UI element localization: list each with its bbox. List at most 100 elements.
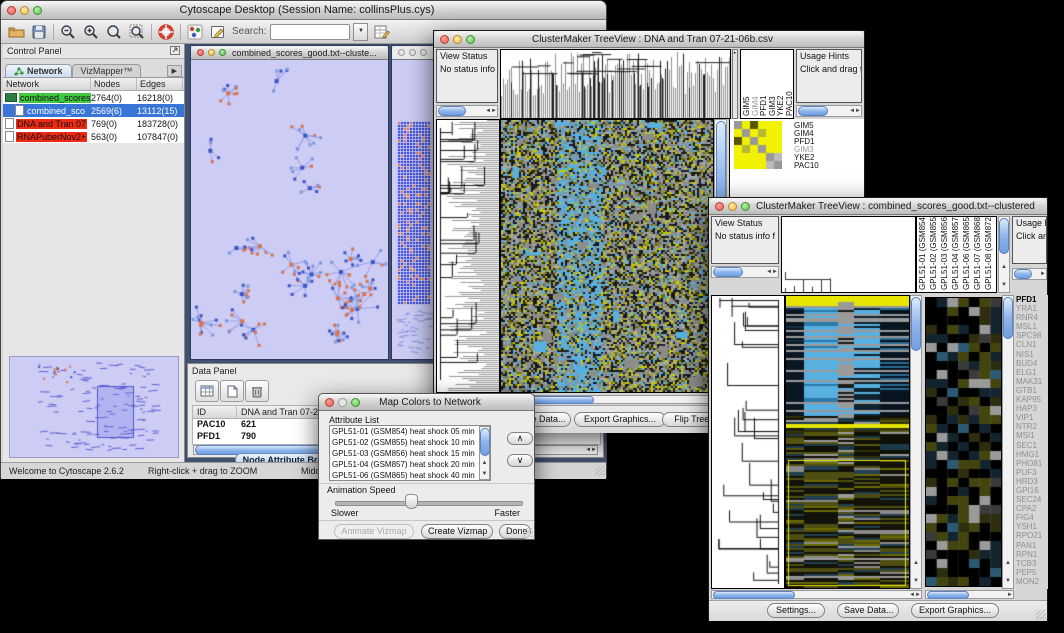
zoom-window-icon[interactable] <box>33 6 42 15</box>
usage-hints-hscrollbar[interactable]: ◄► <box>796 105 862 117</box>
animate-vizmap-button[interactable]: Animate Vizmap <box>334 524 414 539</box>
open-file-icon[interactable] <box>7 23 25 40</box>
minimize-icon[interactable] <box>20 6 29 15</box>
gene-label: CLN1 <box>1016 340 1048 349</box>
attribute-list-item[interactable]: GPL51-01 (GSM854) heat shock 05 min <box>330 426 490 437</box>
zoom-fit-icon[interactable] <box>128 23 146 40</box>
save-session-icon[interactable] <box>30 23 48 40</box>
zoom-window-icon[interactable] <box>741 202 750 211</box>
treeview2-titlebar[interactable]: ClusterMaker TreeView : combined_scores_… <box>709 198 1047 215</box>
file-icon <box>15 105 24 116</box>
new-attribute-icon[interactable] <box>220 380 244 402</box>
export-graphics-button[interactable]: Export Graphics... <box>574 412 666 427</box>
splitter-arrows[interactable]: ▸ <box>732 49 738 119</box>
network-overview[interactable] <box>9 356 179 458</box>
zoom-selected-icon[interactable] <box>105 23 123 40</box>
attribute-list-item[interactable]: GPL51-04 (GSM857) heat shock 20 min <box>330 459 490 470</box>
column-label: GPL51-03 (GSM856) <box>940 217 949 290</box>
attribute-list-vscrollbar[interactable]: ▲▼ <box>479 426 490 480</box>
zoom-window-icon[interactable] <box>420 49 427 56</box>
zoom-window-icon[interactable] <box>466 35 475 44</box>
minimize-icon[interactable] <box>409 49 416 56</box>
toolbar-separator <box>180 24 181 40</box>
network-tab-icon <box>14 67 24 76</box>
column-dendrogram[interactable] <box>781 216 916 293</box>
attribute-list-item[interactable]: GPL51-03 (GSM856) heat shock 15 min <box>330 448 490 459</box>
close-icon[interactable] <box>440 35 449 44</box>
close-icon[interactable] <box>7 6 16 15</box>
tab-vizmapper[interactable]: VizMapper™ <box>72 64 142 77</box>
attribute-list[interactable]: GPL51-01 (GSM854) heat shock 05 minGPL51… <box>329 425 491 481</box>
usage-hints-hscrollbar[interactable]: ► <box>1012 268 1047 280</box>
save-data-button[interactable]: Save Data... <box>837 603 899 618</box>
column-label-vscrollbar[interactable]: ▲▼ <box>998 216 1010 293</box>
network-list-header[interactable]: Network Nodes Edges <box>3 78 184 91</box>
zoom-window-icon[interactable] <box>351 398 360 407</box>
close-icon[interactable] <box>325 398 334 407</box>
annotation-icon[interactable] <box>209 23 227 40</box>
search-input[interactable] <box>270 24 350 40</box>
row-dendrogram[interactable] <box>436 119 500 393</box>
move-up-button[interactable]: ∧ <box>507 432 533 445</box>
close-icon[interactable] <box>715 202 724 211</box>
move-down-button[interactable]: ∨ <box>507 454 533 467</box>
help-ring-icon[interactable] <box>157 23 175 40</box>
column-label: GPL51-04 (GSM857) <box>951 217 960 290</box>
network-view-title: combined_scores_good.txt--cluste... <box>232 48 388 58</box>
minimize-icon[interactable] <box>208 49 215 56</box>
view-status-hscrollbar[interactable]: ◄► <box>436 105 498 117</box>
settings-button[interactable]: Settings... <box>767 603 825 618</box>
tab-overflow-arrow[interactable]: ▶ <box>167 65 182 77</box>
dialog-titlebar[interactable]: Map Colors to Network <box>319 394 534 411</box>
close-icon[interactable] <box>398 49 405 56</box>
main-titlebar[interactable]: Cytoscape Desktop (Session Name: collins… <box>1 1 606 20</box>
zoom-in-icon[interactable] <box>82 23 100 40</box>
network-list-row[interactable]: combined_sco2569(6)13112(15) <box>3 104 184 117</box>
search-area: Search: ▼ <box>232 23 368 41</box>
create-vizmap-button[interactable]: Create Vizmap <box>421 524 493 539</box>
zoom-vscrollbar[interactable]: ▲▼ <box>1002 295 1014 589</box>
bottom-hscrollbar[interactable]: ◄► <box>711 590 922 599</box>
heatmap-vscrollbar[interactable]: ▲▼ <box>910 295 922 589</box>
minimize-icon[interactable] <box>338 398 347 407</box>
vizmapper-icon[interactable] <box>186 23 204 40</box>
network-list-row[interactable]: combined_scores2764(0)16218(0) <box>3 91 184 104</box>
network-list-row[interactable]: RNAPuberNov2+563(0)107847(0) <box>3 130 184 143</box>
heatmap-global[interactable] <box>785 295 910 589</box>
minimize-icon[interactable] <box>728 202 737 211</box>
gene-label: HMG1 <box>1016 450 1048 459</box>
zoom-hscrollbar[interactable]: ► <box>925 590 1014 599</box>
animation-speed-slider[interactable] <box>335 501 523 506</box>
minimize-icon[interactable] <box>453 35 462 44</box>
close-icon[interactable] <box>197 49 204 56</box>
gene-label: MSL1 <box>1016 322 1048 331</box>
slider-thumb[interactable] <box>405 494 418 509</box>
network-canvas[interactable] <box>191 60 388 359</box>
delete-attribute-icon[interactable] <box>245 380 269 402</box>
zoom-out-icon[interactable] <box>59 23 77 40</box>
resize-grip[interactable] <box>1036 610 1046 620</box>
zoom-window-icon[interactable] <box>219 49 226 56</box>
animation-speed-label: Animation Speed <box>327 485 396 495</box>
tab-network[interactable]: Network <box>5 64 72 77</box>
attribute-list-item[interactable]: GPL51-02 (GSM855) heat shock 10 min <box>330 437 490 448</box>
float-panel-icon[interactable] <box>170 46 180 57</box>
column-dendrogram[interactable] <box>500 49 731 119</box>
network-view-titlebar[interactable]: combined_scores_good.txt--cluste... <box>191 46 388 60</box>
gene-label: NTR2 <box>1016 422 1048 431</box>
treeview1-titlebar[interactable]: ClusterMaker TreeView : DNA and Tran 07-… <box>434 31 864 48</box>
resize-grip[interactable] <box>523 528 533 538</box>
table-grid-icon[interactable] <box>195 380 219 402</box>
correlation-matrix[interactable] <box>734 121 782 169</box>
attribute-browser-icon[interactable] <box>373 23 391 40</box>
network-list-row[interactable]: DNA and Tran 07769(0)183728(0) <box>3 117 184 130</box>
row-dendrogram[interactable] <box>711 295 785 589</box>
resize-grip[interactable] <box>595 466 605 476</box>
attribute-list-item[interactable]: GPL51-06 (GSM865) heat shock 40 min <box>330 470 490 481</box>
export-graphics-button[interactable]: Export Graphics... <box>911 603 999 618</box>
gene-label: PUF3 <box>1016 468 1048 477</box>
search-dropdown-icon[interactable]: ▼ <box>353 23 368 41</box>
heatmap-zoom[interactable] <box>925 297 1002 587</box>
heatmap-global[interactable] <box>500 119 714 393</box>
view-status-hscrollbar[interactable]: ◄► <box>711 266 779 278</box>
